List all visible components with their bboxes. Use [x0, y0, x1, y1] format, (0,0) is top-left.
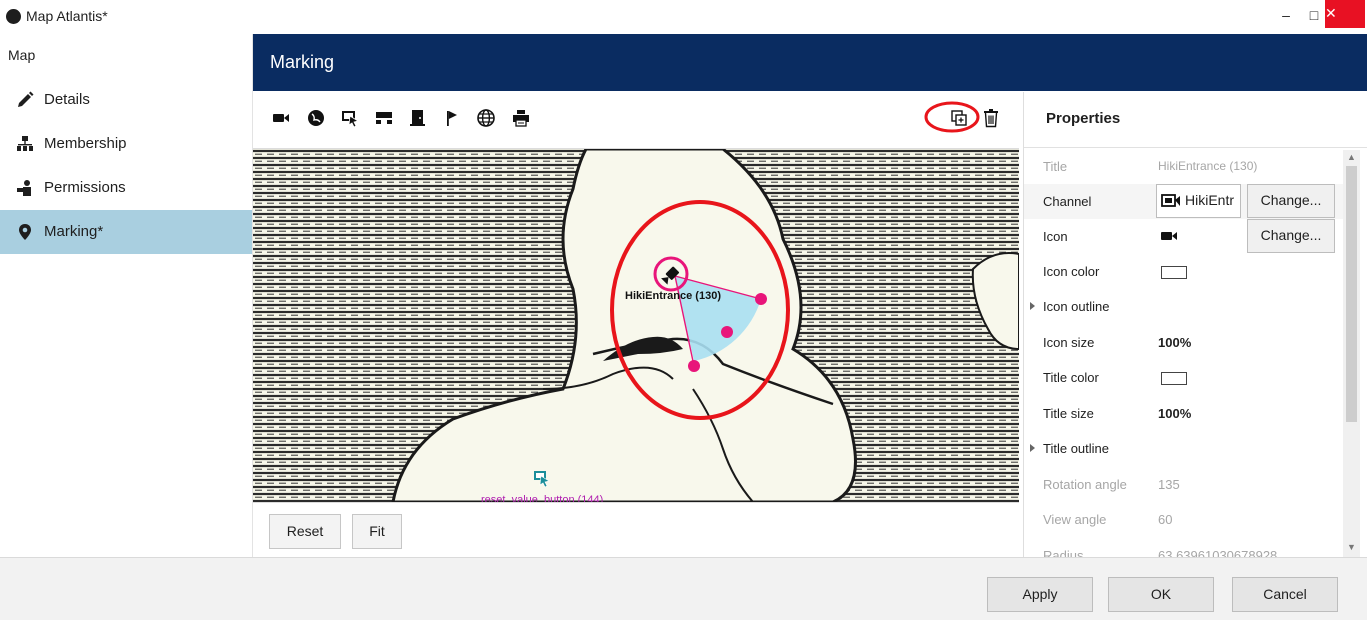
marking-toolbar — [253, 92, 1021, 147]
prop-label: Rotation angle — [1043, 477, 1127, 492]
sidebar-item-label: Membership — [44, 135, 127, 152]
pencil-icon — [18, 91, 34, 107]
globe-app-icon — [6, 9, 21, 24]
sidebar-item-marking[interactable]: Marking* — [0, 210, 252, 254]
section-title: Marking — [270, 52, 335, 72]
location-pin-icon — [19, 224, 31, 240]
properties-divider — [1024, 147, 1367, 148]
reset-button[interactable]: Reset — [269, 514, 341, 549]
sidebar-item-label: Details — [44, 91, 90, 108]
prop-label: Channel — [1043, 194, 1092, 209]
prop-icon-row: Icon Change... — [1024, 219, 1349, 254]
sidebar-item-label: Marking* — [44, 223, 104, 240]
cancel-button[interactable]: Cancel — [1232, 577, 1338, 612]
radius-value: 63.63961030678928 — [1158, 548, 1278, 557]
printer-icon[interactable] — [511, 108, 531, 128]
maximize-button[interactable]: □ — [1300, 3, 1328, 29]
prop-label: Radius — [1043, 548, 1084, 557]
web-icon[interactable] — [476, 108, 496, 128]
fit-button[interactable]: Fit — [352, 514, 402, 549]
prop-label: Icon color — [1043, 264, 1100, 279]
other-marker-label[interactable]: reset_value_button (144) — [481, 494, 603, 502]
sidebar: Map Details Membership Permissions Marki… — [0, 34, 253, 557]
prop-title-outline-row[interactable]: Title outline — [1024, 431, 1349, 466]
sidebar-item-membership[interactable]: Membership — [0, 122, 252, 166]
flag-icon[interactable] — [442, 108, 462, 128]
channel-value: HikiEntr — [1185, 192, 1235, 208]
dialog-footer: Apply OK Cancel — [0, 557, 1367, 620]
prop-radius-row: Radius 63.63961030678928 — [1024, 538, 1349, 557]
properties-title: Properties — [1046, 110, 1121, 127]
prop-view-angle-row: View angle 60 — [1024, 502, 1349, 537]
sidebar-item-details[interactable]: Details — [0, 78, 252, 122]
channel-select-button[interactable]: HikiEntr — [1156, 184, 1241, 218]
globe-icon[interactable] — [306, 108, 326, 128]
prop-icon-color-row: Icon color — [1024, 254, 1349, 289]
prop-title-value: HikiEntrance (130) — [1158, 159, 1258, 173]
section-header: Marking — [253, 34, 1367, 91]
sidebar-item-label: Permissions — [44, 179, 126, 196]
apply-button[interactable]: Apply — [987, 577, 1093, 612]
minimize-button[interactable]: – — [1272, 3, 1300, 29]
door-icon[interactable] — [408, 108, 428, 128]
prop-title-row: Title HikiEntrance (130) — [1024, 149, 1349, 184]
properties-panel: Properties Title HikiEntrance (130) Chan… — [1023, 92, 1367, 557]
prop-label: Title color — [1043, 370, 1099, 385]
duplicate-icon[interactable] — [949, 108, 969, 128]
expand-arrow-icon[interactable] — [1030, 444, 1035, 452]
prop-icon-size-row: Icon size 100% — [1024, 325, 1349, 360]
prop-label: Icon outline — [1043, 299, 1110, 314]
map-background — [253, 149, 1019, 502]
hierarchy-icon — [17, 136, 33, 151]
scrollbar-thumb[interactable] — [1346, 166, 1357, 422]
icon-color-swatch[interactable] — [1161, 266, 1187, 279]
ok-button[interactable]: OK — [1108, 577, 1214, 612]
prop-title-color-row: Title color — [1024, 360, 1349, 395]
screen-pointer-icon[interactable] — [340, 108, 360, 128]
selected-marker-label[interactable]: HikiEntrance (130) — [625, 290, 721, 302]
scroll-down-arrow-icon[interactable]: ▼ — [1347, 542, 1356, 552]
map-canvas[interactable]: HikiEntrance (130) reset_value_button (1… — [253, 148, 1019, 503]
change-icon-button[interactable]: Change... — [1247, 219, 1335, 253]
prop-label: Title — [1043, 159, 1068, 174]
prop-label: Icon — [1043, 229, 1068, 244]
prop-label: View angle — [1043, 512, 1107, 527]
gate-icon[interactable] — [374, 108, 394, 128]
camera-icon[interactable] — [271, 108, 291, 128]
prop-label: Title size — [1043, 406, 1094, 421]
channel-camera-icon — [1161, 194, 1180, 207]
trash-icon[interactable] — [981, 108, 1001, 128]
rotation-angle-value: 135 — [1158, 477, 1180, 492]
title-size-value[interactable]: 100% — [1158, 406, 1191, 421]
view-angle-value: 60 — [1158, 512, 1173, 527]
permissions-icon — [17, 180, 31, 196]
prop-icon-outline-row[interactable]: Icon outline — [1024, 289, 1349, 324]
expand-arrow-icon[interactable] — [1030, 302, 1035, 310]
camera-icon — [1161, 232, 1177, 240]
prop-title-size-row: Title size 100% — [1024, 396, 1349, 431]
close-button[interactable]: ✕ — [1325, 0, 1365, 28]
change-channel-button[interactable]: Change... — [1247, 184, 1335, 218]
prop-label: Icon size — [1043, 335, 1095, 350]
window-titlebar: Map Atlantis* – □ ✕ — [0, 0, 1367, 35]
icon-size-value[interactable]: 100% — [1158, 335, 1191, 350]
prop-channel-row: Channel HikiEntr Change... — [1024, 184, 1349, 219]
sidebar-item-permissions[interactable]: Permissions — [0, 166, 252, 210]
title-color-swatch[interactable] — [1161, 372, 1187, 385]
properties-scrollbar[interactable]: ▲ ▼ — [1343, 150, 1360, 557]
window-title: Map Atlantis* — [26, 8, 108, 24]
prop-rotation-angle-row: Rotation angle 135 — [1024, 467, 1349, 502]
scroll-up-arrow-icon[interactable]: ▲ — [1347, 152, 1356, 162]
prop-label: Title outline — [1043, 441, 1109, 456]
sidebar-header: Map — [8, 47, 36, 63]
